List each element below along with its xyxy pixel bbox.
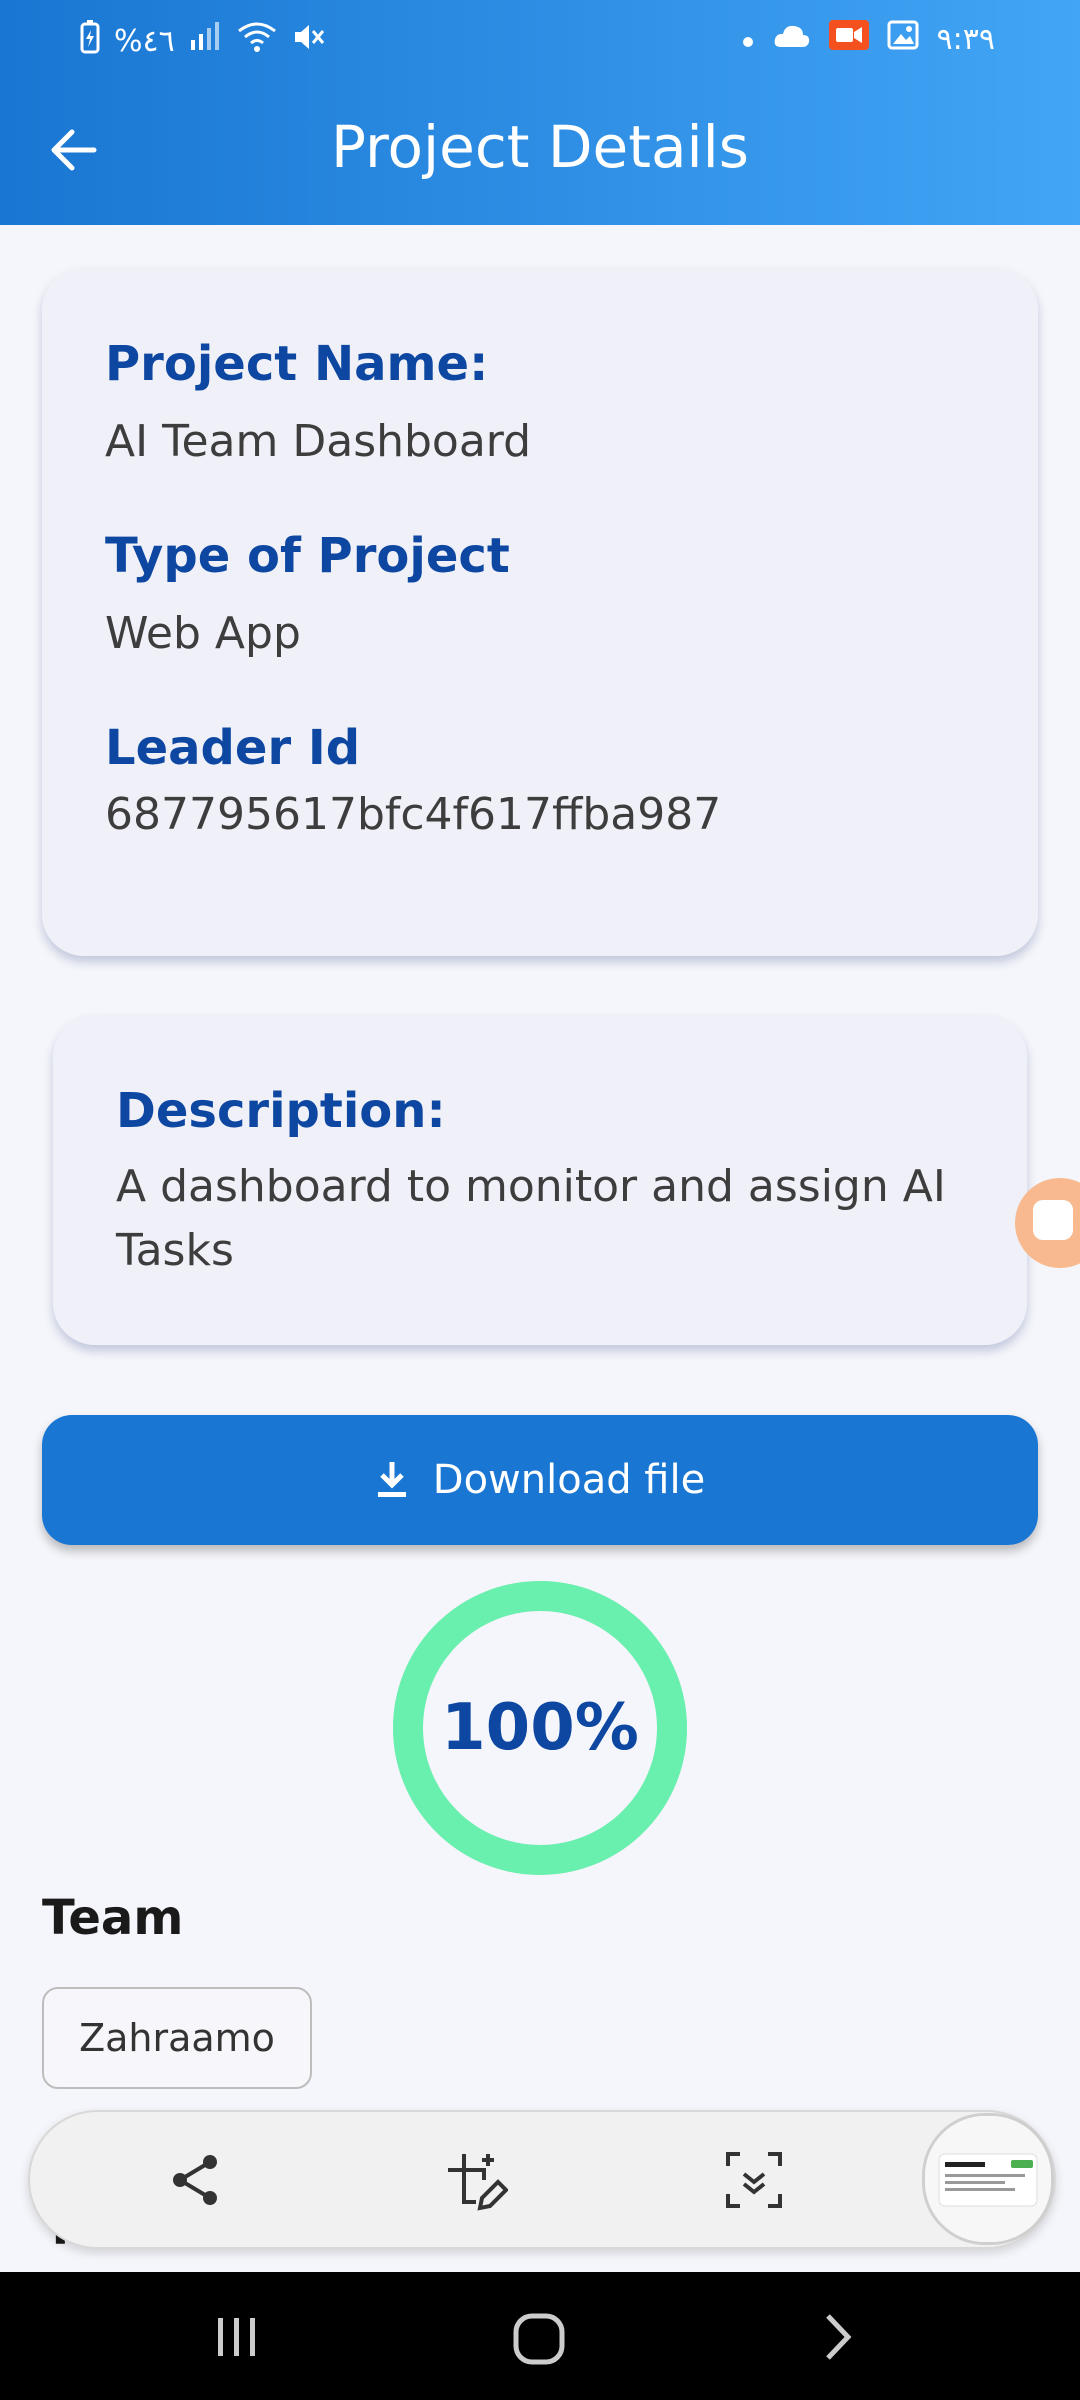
crop-edit-button[interactable] bbox=[444, 2150, 509, 2211]
cloud-icon bbox=[773, 22, 811, 57]
recent-apps-button[interactable] bbox=[212, 2312, 262, 2362]
team-heading: Team bbox=[42, 1890, 184, 1946]
download-icon bbox=[377, 1462, 406, 1497]
leader-id-label: Leader Id bbox=[105, 720, 361, 776]
home-button[interactable] bbox=[512, 2312, 566, 2366]
status-left: %٤٦ bbox=[80, 20, 327, 62]
progress-percent: 100% bbox=[441, 1691, 639, 1765]
scroll-capture-icon bbox=[726, 2152, 782, 2208]
wifi-icon bbox=[237, 21, 277, 61]
notification-dot-icon bbox=[741, 22, 755, 57]
battery-percent: %٤٦ bbox=[114, 23, 175, 59]
page-title: Project Details bbox=[331, 113, 749, 181]
mute-icon bbox=[291, 21, 327, 61]
back-nav-button[interactable] bbox=[818, 2312, 858, 2362]
app-bar: %٤٦ ٩:٣٩ Project Details bbox=[0, 0, 1080, 225]
team-member-chip[interactable]: Zahraamo bbox=[42, 1987, 312, 2089]
signal-icon bbox=[189, 22, 223, 60]
leader-id-value: 687795617bfc4f617ffba987 bbox=[105, 789, 722, 840]
project-type-label: Type of Project bbox=[105, 528, 510, 584]
download-file-button[interactable]: Download file bbox=[42, 1415, 1038, 1545]
description-label: Description: bbox=[116, 1083, 446, 1139]
project-name-value: AI Team Dashboard bbox=[105, 416, 532, 467]
share-icon bbox=[173, 2155, 217, 2205]
team-member-name: Zahraamo bbox=[79, 2016, 275, 2060]
description-value: A dashboard to monitor and assign AI Tas… bbox=[116, 1161, 946, 1276]
status-bar: %٤٦ ٩:٣٩ bbox=[0, 0, 1080, 76]
battery-charging-icon bbox=[80, 20, 100, 62]
scroll-capture-button[interactable] bbox=[724, 2150, 784, 2210]
status-right: ٩:٣٩ bbox=[741, 20, 995, 58]
share-button[interactable] bbox=[166, 2150, 226, 2210]
project-info-card: Project Name: AI Team Dashboard Type of … bbox=[42, 268, 1038, 956]
screenshot-toolbar bbox=[28, 2110, 1056, 2249]
crop-edit-icon bbox=[448, 2154, 509, 2211]
recorder-icon bbox=[1033, 1200, 1073, 1240]
download-file-label: Download file bbox=[432, 1457, 706, 1503]
project-type-value: Web App bbox=[105, 608, 301, 659]
clock: ٩:٣٩ bbox=[936, 21, 995, 57]
gallery-icon bbox=[887, 20, 919, 58]
video-record-icon bbox=[828, 20, 869, 58]
screenshot-thumbnail[interactable] bbox=[922, 2113, 1054, 2245]
project-name-label: Project Name: bbox=[105, 336, 489, 392]
thumbnail-preview-image bbox=[925, 2116, 1051, 2242]
description-card: Description: A dashboard to monitor and … bbox=[53, 1015, 1027, 1345]
system-navigation-bar bbox=[0, 2272, 1080, 2400]
